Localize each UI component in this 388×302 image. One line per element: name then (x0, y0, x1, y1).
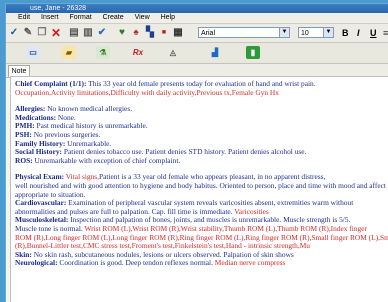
menu-create[interactable]: Create (103, 14, 124, 21)
msk-text-2: Muscle tone is normal. (15, 223, 83, 233)
lab-icon[interactable]: ⚗ (96, 46, 110, 59)
cc-text: This 33 year old female presents today f… (86, 79, 316, 88)
clipboard-icon[interactable]: ▥ (82, 27, 94, 39)
menu-format[interactable]: Format (69, 14, 91, 21)
chart-bar-icon[interactable]: ▟ (208, 46, 222, 59)
neuro-link[interactable]: Median nerve compress (213, 258, 286, 267)
note-editor[interactable]: Chief Complaint (1/1): This 33 year old … (10, 76, 388, 302)
font-select[interactable]: Arial ▼ (198, 27, 290, 38)
italic-button[interactable]: I (357, 27, 360, 39)
check-icon[interactable]: ✓ (8, 27, 20, 39)
action-toolbar: ▭ ▰ ⚗ Rx ◬ ▟ ▮ (6, 43, 388, 64)
folder-icon[interactable]: ▰ (62, 46, 76, 59)
msk-rom-link-1[interactable]: Wrist ROM (L),Wrist ROM (R),Wrist stabil… (83, 224, 367, 233)
size-select[interactable]: 10 ▼ (298, 27, 334, 38)
color-icon[interactable]: ■ (158, 27, 170, 39)
imaging-icon[interactable]: ◬ (166, 46, 180, 59)
export-icon[interactable]: ▮ (246, 46, 260, 59)
ros-text: Unremarkable with exception of chief com… (32, 155, 181, 165)
bold-button[interactable]: B (342, 27, 349, 39)
menu-insert[interactable]: Insert (41, 14, 59, 21)
font-value: Arial (201, 30, 216, 37)
rx-button[interactable]: Rx (131, 46, 145, 59)
chevron-down-icon[interactable]: ▼ (279, 28, 289, 37)
edit-icon[interactable]: ✎ (22, 27, 34, 39)
delete-icon[interactable]: ✕ (50, 27, 62, 39)
chart-icon[interactable]: ▚ (144, 27, 156, 39)
favorite-icon[interactable]: ♠ (130, 27, 142, 39)
menu-bar: Edit Insert Format Create View Help (6, 13, 388, 24)
ros: ROS: Unremarkable with exception of chie… (15, 155, 388, 166)
neurological: Neurological: Coordination is good. Deep… (15, 258, 388, 268)
menu-edit[interactable]: Edit (18, 14, 30, 21)
window-title: use, Jane - 26328 (6, 4, 388, 13)
neuro-text: Coordination is good. Deep tendon reflex… (57, 258, 213, 268)
cc-list[interactable]: Occupation,Activity limitations,Difficul… (15, 88, 388, 98)
grid-icon[interactable]: ▦ (172, 27, 184, 39)
app-window: use, Jane - 26328 Edit Insert Format Cre… (5, 3, 388, 302)
menu-view[interactable]: View (135, 14, 150, 21)
copy-doc-icon[interactable]: ❐ (36, 27, 48, 39)
spellcheck-icon[interactable]: ✔ (96, 27, 108, 39)
pe-text-1: Patient is a 33 year old female who appe… (99, 172, 326, 182)
paste-icon[interactable]: ▤ (68, 27, 80, 39)
monitor-icon[interactable]: ▭ (26, 46, 40, 59)
pe-vitals-link[interactable]: Vital signs, (64, 172, 99, 182)
cc-label: Chief Complaint (1/1): (15, 79, 87, 88)
template-icon[interactable]: ♥ (116, 27, 128, 39)
chevron-down-icon[interactable]: ▼ (323, 28, 333, 37)
ros-label: ROS: (15, 155, 33, 165)
size-value: 10 (301, 30, 309, 37)
list-icon[interactable]: ≡ (383, 27, 388, 39)
neuro-label: Neurological: (15, 258, 58, 268)
menu-help[interactable]: Help (161, 14, 175, 21)
format-toolbar: ✓ ✎ ❐ ✕ ▤ ▥ ✔ ♥ ♠ ▚ ■ ▦ Arial ▼ 10 ▼ B I… (6, 24, 388, 43)
underline-button[interactable]: U (370, 27, 377, 39)
pe-label: Physical Exam: (15, 172, 65, 182)
